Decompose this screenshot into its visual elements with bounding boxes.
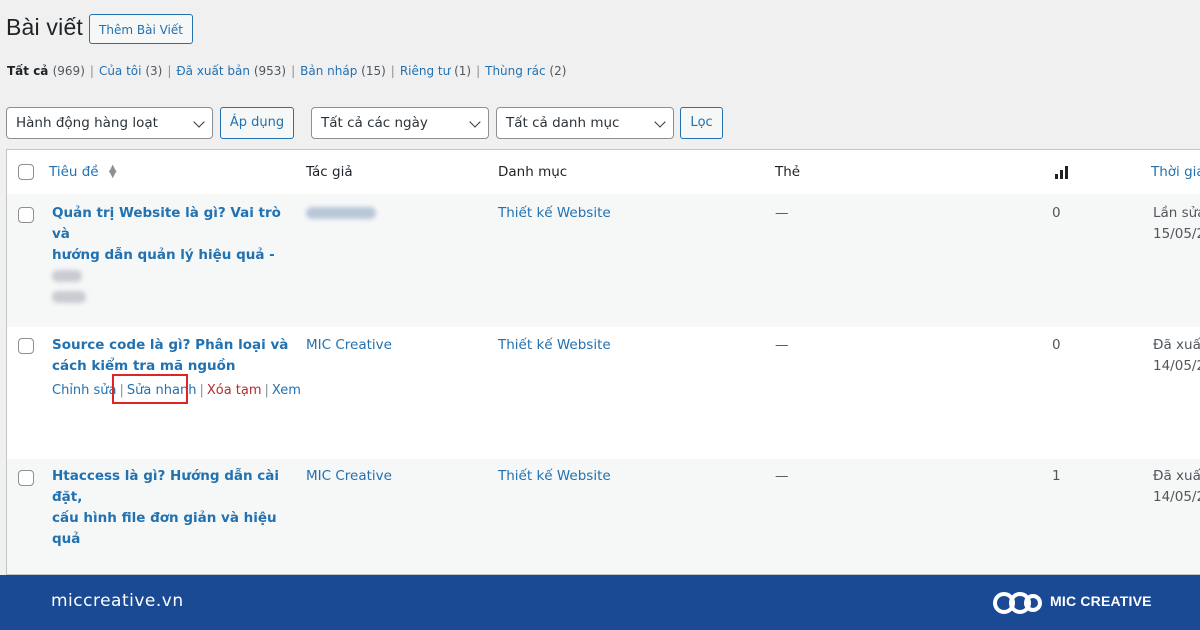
date-filter-select[interactable]: Tất cả các ngày [311,107,489,139]
chevron-down-icon [469,116,481,128]
filter-private[interactable]: Riêng tư (1) [400,64,471,78]
filter-private-label: Riêng tư [399,64,451,78]
page-title: Bài viết [6,14,84,40]
post-category-link[interactable]: Thiết kế Website [498,203,611,224]
brand-footer: miccreative.vn MIC CREATIVE [0,575,1200,630]
date-filter-value: Tất cả các ngày [321,115,428,131]
filter-all-label: Tất cả [7,64,49,78]
post-date-value: 14/05/20 [1153,489,1200,505]
post-date-status: Lần sửa [1153,205,1200,221]
post-date-value: 15/05/20 [1153,226,1200,242]
filter-trash-count: (2) [549,64,567,78]
view-link[interactable]: Xem [272,383,301,398]
post-view-count: 0 [1052,337,1061,353]
filter-trash-label: Thùng rác [485,64,546,78]
mic-creative-logo-icon [993,592,1042,614]
post-tags: — [775,205,789,221]
trash-link[interactable]: Xóa tạm [207,383,262,398]
post-title-link[interactable]: Quản trị Website là gì? Vai trò và hướng… [52,203,292,308]
separator: | [89,64,94,78]
category-filter-select[interactable]: Tất cả danh mục [496,107,674,139]
post-author[interactable] [306,203,376,224]
table-row: Quản trị Website là gì? Vai trò và hướng… [7,194,1200,327]
row-checkbox[interactable] [18,470,34,486]
column-title-label: Tiêu đề [49,164,99,180]
filter-mine[interactable]: Của tôi (3) [99,64,162,78]
post-category-link[interactable]: Thiết kế Website [498,466,611,487]
post-title-link[interactable]: Htaccess là gì? Hướng dẫn cài đặt, cấu h… [52,466,292,550]
post-title-line: Quản trị Website là gì? Vai trò và [52,205,281,242]
post-title-line: Source code là gì? Phân loại và [52,337,289,353]
footer-site-url: miccreative.vn [51,591,184,611]
footer-brand-name: MIC CREATIVE [1050,593,1152,609]
blurred-text [52,270,82,282]
post-title-line: hướng dẫn quản lý hiệu quả - [52,245,292,287]
post-category-link[interactable]: Thiết kế Website [498,335,611,356]
column-title-sort[interactable]: Tiêu đề ▲ ▼ [49,163,117,181]
sort-icon: ▲ ▼ [108,163,117,180]
filter-all-count: (969) [52,64,85,78]
separator: | [264,383,269,398]
post-date-status: Đã xuất [1153,468,1200,484]
column-author: Tác giả [306,164,353,180]
post-date-value: 14/05/20 [1153,358,1200,374]
row-checkbox[interactable] [18,207,34,223]
column-tags: Thẻ [775,164,801,180]
separator: | [476,64,481,78]
table-row: Source code là gì? Phân loại và cách kiể… [7,327,1200,459]
filter-button[interactable]: Lọc [680,107,723,139]
post-date: Đã xuất 14/05/20 [1153,335,1200,377]
add-new-post-button[interactable]: Thêm Bài Viết [89,14,193,44]
bar-chart-icon [1055,166,1069,179]
filter-drafts-count: (15) [361,64,386,78]
separator: | [167,64,172,78]
status-filter-links: Tất cả (969) | Của tôi (3) | Đã xuất bản (95… [7,64,566,78]
post-date-status: Đã xuất [1153,337,1200,353]
apply-button[interactable]: Áp dụng [220,107,294,139]
post-title-line [52,287,292,308]
bulk-action-value: Hành động hàng loạt [16,115,158,131]
table-header: Tiêu đề ▲ ▼ Tác giả Danh mục Thẻ Thời gia [7,150,1200,195]
post-author-link[interactable]: MIC Creative [306,335,392,356]
chevron-down-icon [193,116,205,128]
column-date-sort[interactable]: Thời gia [1151,164,1200,180]
filter-published[interactable]: Đã xuất bản (953) [176,64,286,78]
post-date: Lần sửa 15/05/20 [1153,203,1200,245]
post-tags: — [775,468,789,484]
blurred-text [52,291,86,303]
post-author-link[interactable]: MIC Creative [306,466,392,487]
filter-drafts[interactable]: Bản nháp (15) [300,64,386,78]
posts-table: Tiêu đề ▲ ▼ Tác giả Danh mục Thẻ Thời gia… [6,149,1200,575]
filter-published-count: (953) [253,64,287,78]
post-tags: — [775,337,789,353]
quick-edit-highlight-box [112,374,188,404]
post-view-count: 1 [1052,468,1061,484]
chevron-down-icon [654,116,666,128]
column-categories: Danh mục [498,164,568,180]
table-row: Htaccess là gì? Hướng dẫn cài đặt, cấu h… [7,459,1200,574]
separator: | [390,64,395,78]
row-checkbox[interactable] [18,338,34,354]
post-title-line: cấu hình file đơn giản và hiệu quả [52,510,277,547]
filter-trash[interactable]: Thùng rác (2) [485,64,566,78]
separator: | [291,64,296,78]
filter-private-count: (1) [454,64,472,78]
filter-published-label: Đã xuất bản [176,64,250,78]
edit-link[interactable]: Chỉnh sửa [52,383,117,398]
post-title-line: Htaccess là gì? Hướng dẫn cài đặt, [52,468,280,505]
bulk-action-select[interactable]: Hành động hàng loạt [6,107,213,139]
category-filter-value: Tất cả danh mục [506,115,620,131]
post-view-count: 0 [1052,205,1061,221]
filter-all[interactable]: Tất cả (969) [7,64,85,78]
post-date: Đã xuất 14/05/20 [1153,466,1200,508]
select-all-checkbox[interactable] [18,164,34,180]
filter-mine-label: Của tôi [98,64,142,78]
filter-mine-count: (3) [145,64,163,78]
post-title-link[interactable]: Source code là gì? Phân loại và cách kiể… [52,335,292,377]
blurred-author [306,207,376,219]
filter-drafts-label: Bản nháp [300,64,358,78]
separator: | [199,383,204,398]
